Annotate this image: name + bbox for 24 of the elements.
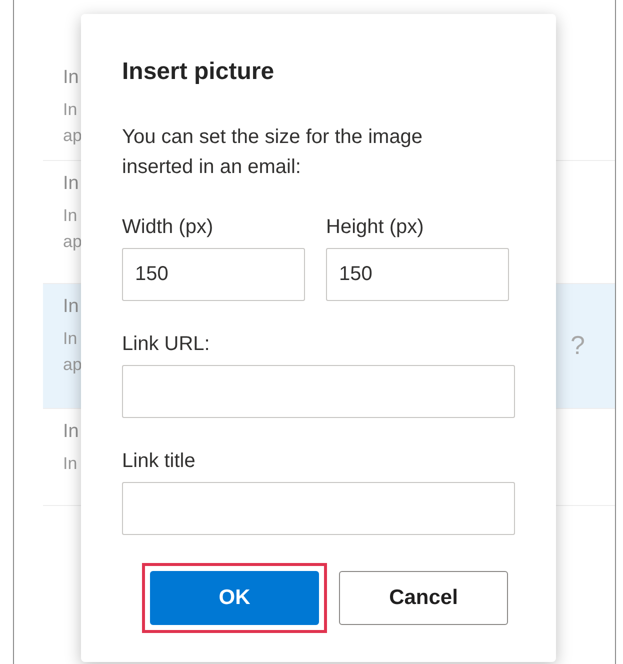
field-label: Width (px) <box>122 215 214 240</box>
cancel-button[interactable]: Cancel <box>339 571 508 625</box>
item-text: In <box>63 99 78 121</box>
input-field[interactable]: 150 <box>326 248 509 301</box>
help-text: ? <box>570 329 585 362</box>
item-title: In <box>63 66 79 90</box>
input-field[interactable]: 150 <box>122 248 305 301</box>
field-label: Link URL: <box>122 332 210 357</box>
item-text: In <box>63 205 78 227</box>
item-text: ap <box>63 125 82 147</box>
item-text: ap <box>63 231 82 253</box>
dialog-description: You can set the size for the image inserted in an email: <box>122 125 424 180</box>
field-label: Link title <box>122 449 196 474</box>
input-field[interactable] <box>122 482 515 535</box>
item-title: In <box>63 420 79 444</box>
ok-button[interactable]: OK <box>150 571 319 625</box>
item-text: In <box>63 328 78 350</box>
dialog-title: Insert picture <box>122 57 274 87</box>
field-label: Height (px) <box>326 215 424 240</box>
input-field[interactable] <box>122 365 515 418</box>
item-text: ap <box>63 354 82 376</box>
item-title: In <box>63 172 79 196</box>
item-text: In <box>63 453 78 475</box>
item-title: In <box>63 295 79 319</box>
